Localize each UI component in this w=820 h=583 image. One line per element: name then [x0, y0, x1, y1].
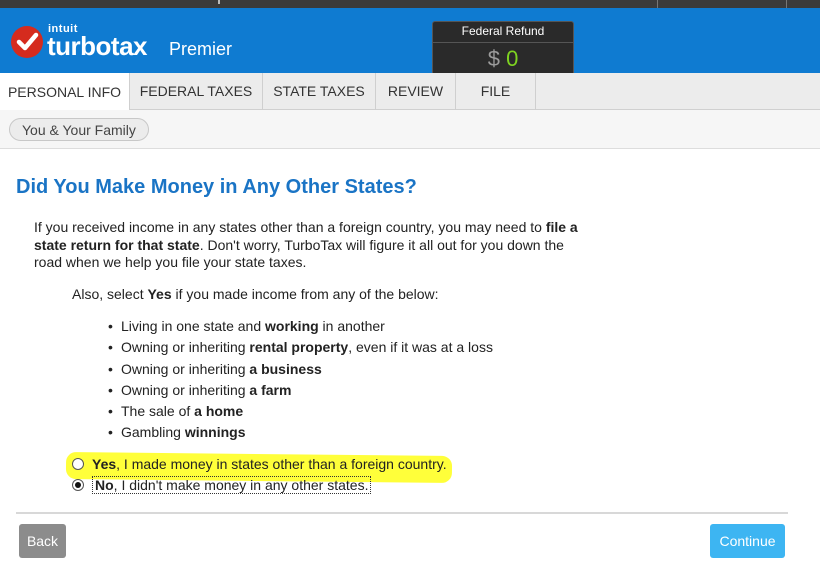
- turbotax-wordmark: turbotax: [47, 31, 148, 61]
- back-button[interactable]: Back: [19, 524, 66, 558]
- federal-refund-meter: Federal Refund $ 0: [432, 21, 574, 76]
- list-item-bold: rental property: [249, 339, 349, 356]
- list-item-text: Owning or inheriting: [121, 381, 250, 398]
- refund-currency: $: [487, 46, 500, 71]
- bullet-icon: •: [108, 339, 113, 356]
- also-bold-text: Yes: [147, 286, 172, 302]
- radio-yes[interactable]: [72, 458, 84, 470]
- edition-label: Premier: [169, 39, 233, 59]
- yes-option-bold: Yes: [92, 456, 117, 472]
- list-item-bold: working: [265, 318, 319, 334]
- window-top-strip: [0, 0, 820, 8]
- radio-no[interactable]: [72, 479, 84, 491]
- turbotax-logo-check-icon: [11, 26, 43, 58]
- list-item-text: The sale of: [121, 403, 195, 420]
- refund-amount: 0: [506, 46, 519, 71]
- bullet-icon: •: [108, 424, 113, 441]
- tab-file[interactable]: FILE: [456, 73, 536, 110]
- list-item-bold: a farm: [249, 381, 292, 398]
- list-item-text: , even if it was at a loss: [348, 339, 493, 356]
- bullet-icon: •: [108, 318, 113, 334]
- list-item-text: Living in one state and: [121, 318, 265, 334]
- list-item: • Owning or inheriting a farm: [108, 381, 493, 402]
- list-item: • Owning or inheriting a business: [108, 360, 493, 381]
- list-item-text: in another: [318, 318, 385, 334]
- radio-option-no[interactable]: No, I didn't make money in any other sta…: [72, 476, 372, 494]
- also-text: Also, select: [72, 286, 148, 302]
- bullet-icon: •: [108, 381, 113, 398]
- tab-federal-taxes[interactable]: FEDERAL TAXES: [130, 73, 263, 110]
- refund-label: Federal Refund: [461, 24, 545, 38]
- no-option-label: No, I didn't make money in any other sta…: [92, 476, 372, 494]
- breadcrumb-you-and-your-family[interactable]: You & Your Family: [9, 118, 149, 141]
- top-strip-divider: [657, 0, 658, 8]
- list-item: • The sale of a home: [108, 402, 493, 423]
- intro-text: If you received income in any states oth…: [34, 219, 546, 235]
- no-option-text: , I didn't make money in any other state…: [113, 477, 369, 493]
- refund-divider: [433, 42, 573, 43]
- main-tabs: PERSONAL INFO FEDERAL TAXES STATE TAXES …: [0, 73, 820, 111]
- intro-paragraph: If you received income in any states oth…: [34, 219, 594, 272]
- tab-review[interactable]: REVIEW: [376, 73, 456, 110]
- refund-value: $ 0: [433, 46, 573, 72]
- sub-navigation: You & Your Family: [0, 110, 820, 149]
- footer-divider: [16, 512, 788, 514]
- list-item: • Living in one state and working in anot…: [108, 317, 493, 338]
- yes-option-text: , I made money in states other than a fo…: [116, 456, 447, 472]
- radio-option-yes[interactable]: Yes, I made money in states other than a…: [72, 456, 447, 472]
- list-item-bold: winnings: [184, 424, 246, 441]
- bullet-icon: •: [108, 360, 113, 377]
- also-text: if you made income from any of the below…: [171, 286, 439, 302]
- list-item-bold: a business: [249, 360, 322, 377]
- list-item: • Owning or inheriting rental property, e…: [108, 338, 493, 359]
- list-item-text: Owning or inheriting: [121, 360, 250, 377]
- top-strip-mark: [218, 0, 220, 4]
- list-item-text: Owning or inheriting: [121, 339, 250, 356]
- income-conditions-list: • Living in one state and working in anot…: [108, 317, 493, 445]
- continue-button[interactable]: Continue: [710, 524, 785, 558]
- no-option-bold: No: [95, 477, 114, 493]
- list-item: • Gambling winnings: [108, 423, 493, 444]
- tab-state-taxes[interactable]: STATE TAXES: [263, 73, 376, 110]
- also-select-text: Also, select Yes if you made income from…: [72, 286, 439, 302]
- page-title: Did You Make Money in Any Other States?: [16, 176, 417, 198]
- app-header: intuit turbotax Premier Federal Refund $…: [0, 8, 820, 76]
- list-item-text: Gambling: [121, 424, 185, 441]
- tab-personal-info[interactable]: PERSONAL INFO: [0, 73, 130, 111]
- top-strip-divider: [786, 0, 787, 8]
- list-item-bold: a home: [194, 403, 244, 420]
- bullet-icon: •: [108, 403, 113, 420]
